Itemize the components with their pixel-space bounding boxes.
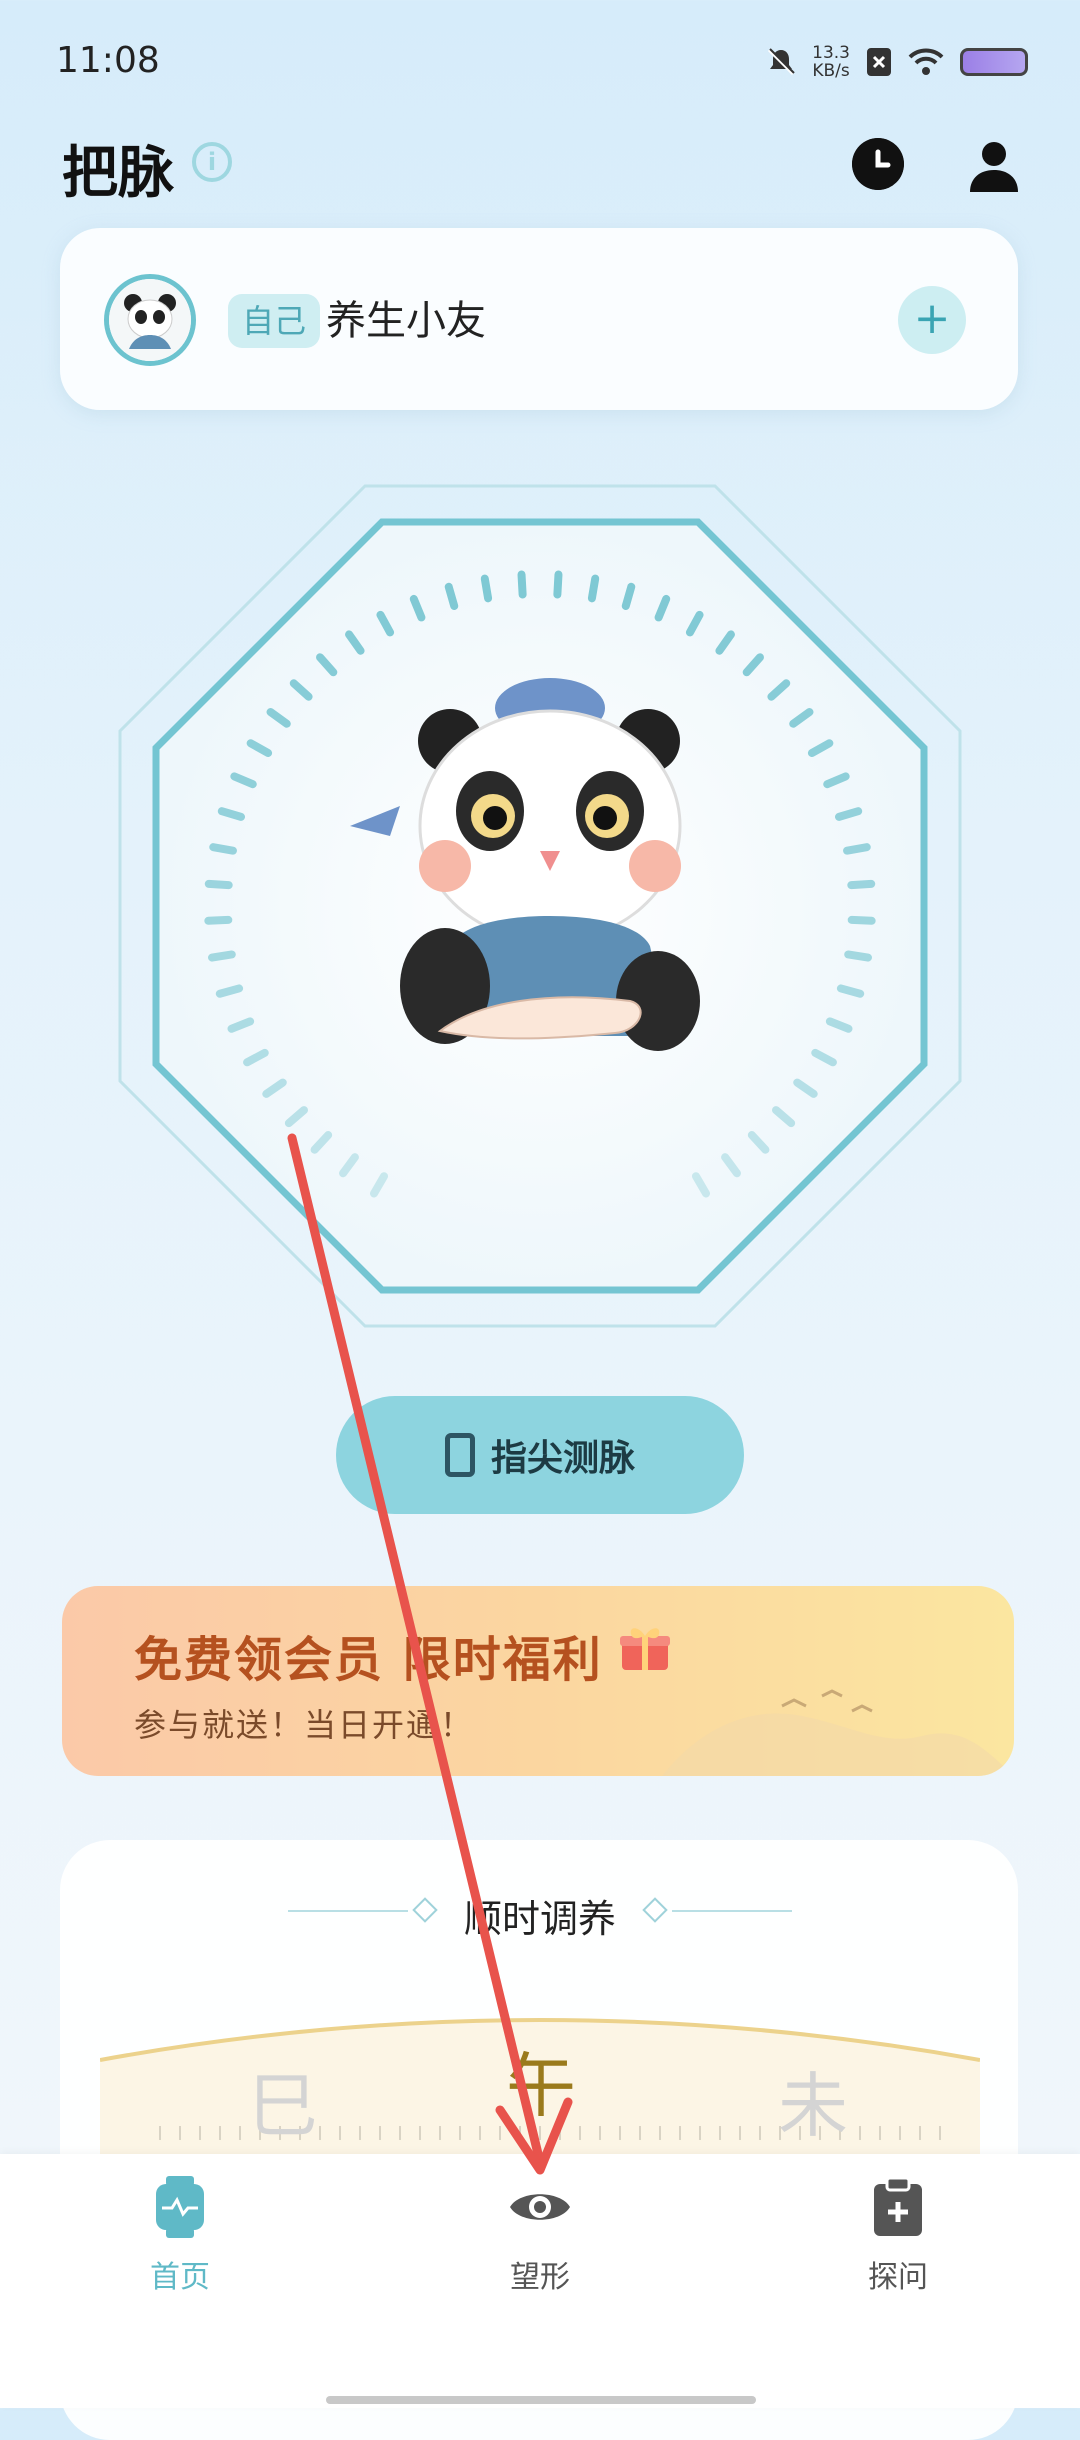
finger-measure-label: 指尖测脉: [490, 1438, 635, 1479]
network-speed: 13.3 KB/s: [812, 44, 850, 80]
battery-icon: [960, 48, 1028, 76]
dial-tick: [844, 950, 872, 962]
hour-si: 巳: [248, 2065, 318, 2147]
mute-bell-icon: [768, 48, 795, 76]
dial-tick: [209, 843, 237, 855]
speed-value: 13.3: [812, 43, 850, 63]
dial-tick: [835, 807, 863, 821]
dial-tick: [621, 582, 636, 611]
dial-tick: [843, 843, 871, 855]
dial-tick: [208, 950, 236, 962]
dial-tick: [444, 582, 459, 611]
history-icon[interactable]: [852, 138, 904, 190]
tab-observe[interactable]: 望形: [440, 2176, 640, 2296]
dial-tick: [517, 570, 527, 599]
tab-inquiry-label: 探问: [868, 2260, 928, 2295]
panda-avatar-icon: [109, 279, 191, 361]
add-profile-button[interactable]: +: [898, 286, 966, 354]
wifi-icon: [908, 48, 944, 75]
hour-wei: 未: [778, 2065, 848, 2147]
gift-icon: [620, 1628, 670, 1670]
status-time: 11:08: [56, 40, 160, 81]
tab-inquiry[interactable]: 探问: [798, 2176, 998, 2296]
dial-tick: [217, 807, 245, 821]
promo-title: 免费领会员 限时福利: [134, 1632, 603, 1688]
profile-card[interactable]: [60, 228, 1018, 410]
dial-tick: [215, 984, 244, 998]
dial-tick: [553, 570, 563, 599]
dial-tick: [204, 915, 233, 925]
hour-wu: 午: [506, 2045, 576, 2127]
dial-tick: [836, 984, 865, 998]
tab-home-label: 首页: [150, 2260, 210, 2295]
title-divider-right: [672, 1910, 792, 1912]
dial-tick: [847, 879, 876, 890]
page-title: 把脉: [62, 141, 174, 206]
pulse-watch-icon: [156, 2176, 204, 2238]
promo-subtitle: 参与就送！当日开通！: [134, 1706, 475, 1744]
dial-tick: [847, 915, 876, 925]
dial-tick: [204, 879, 233, 890]
dial-tick: [480, 574, 493, 603]
no-sim-icon: [867, 48, 891, 76]
user-icon[interactable]: [966, 138, 1022, 194]
info-icon[interactable]: i: [192, 142, 232, 182]
pulse-octagon[interactable]: [110, 476, 970, 1336]
profile-tag: 自己: [228, 294, 321, 348]
profile-name[interactable]: 养生小友: [326, 290, 486, 352]
tab-home[interactable]: 首页: [80, 2176, 280, 2296]
tab-observe-label: 望形: [510, 2260, 570, 2295]
home-indicator: [326, 2396, 756, 2404]
dial-tick: [587, 574, 600, 603]
speed-unit: KB/s: [812, 61, 850, 81]
clipboard-plus-icon: [874, 2176, 922, 2236]
avatar[interactable]: [104, 274, 196, 366]
finger-measure-button[interactable]: 指尖测脉: [336, 1396, 744, 1514]
phone-icon: [444, 1433, 475, 1477]
eye-icon: [510, 2194, 570, 2220]
section-title: 顺时调养: [463, 1897, 616, 1941]
status-icons: 13.3 KB/s: [766, 44, 1028, 80]
